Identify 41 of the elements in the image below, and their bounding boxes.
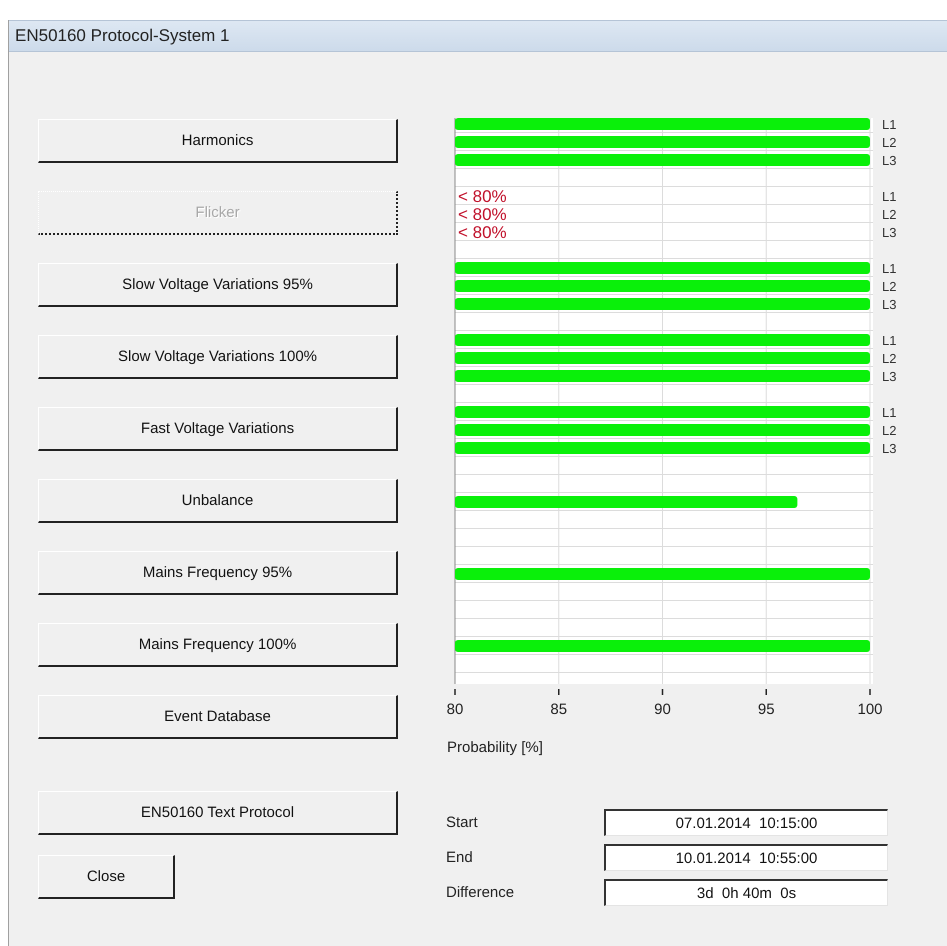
below-range-label: < 80%	[458, 223, 507, 242]
window-title: EN50160 Protocol-System 1	[15, 26, 230, 46]
phase-label: L1	[882, 333, 896, 348]
time-field: 07.01.2014 10:15:00	[604, 809, 888, 836]
time-label: End	[446, 849, 474, 866]
phase-label: L2	[882, 351, 896, 366]
report-button[interactable]: Mains Frequency 95%	[38, 551, 398, 595]
report-button[interactable]: Slow Voltage Variations 100%	[38, 335, 398, 379]
phase-label: L1	[882, 189, 896, 204]
phase-label: L3	[882, 225, 896, 240]
report-button[interactable]: Slow Voltage Variations 95%	[38, 263, 398, 307]
report-button[interactable]: Unbalance	[38, 479, 398, 523]
axis-tick-label: 80	[446, 701, 464, 718]
phase-label: L3	[882, 297, 896, 312]
time-field: 10.01.2014 10:55:00	[604, 844, 888, 871]
phase-label: L1	[882, 261, 896, 276]
axis-tick-label: 85	[550, 701, 568, 718]
report-button[interactable]: Fast Voltage Variations	[38, 407, 398, 451]
phase-label: L2	[882, 279, 896, 294]
axis-label: Probability [%]	[447, 739, 543, 756]
phase-label: L1	[882, 405, 896, 420]
report-button[interactable]: Mains Frequency 100%	[38, 623, 398, 667]
phase-label: L2	[882, 135, 896, 150]
below-range-label: < 80%	[458, 187, 507, 206]
axis-tick-label: 90	[654, 701, 671, 718]
axis-tick-label: 100	[857, 701, 883, 718]
time-field: 3d 0h 40m 0s	[604, 879, 888, 906]
phase-label: L1	[882, 117, 896, 132]
report-button[interactable]: Harmonics	[38, 119, 398, 163]
below-range-label: < 80%	[458, 205, 507, 224]
phase-label: L3	[882, 369, 896, 384]
phase-label: L2	[882, 207, 896, 222]
report-button[interactable]: Event Database	[38, 695, 398, 739]
axis-tick-label: 95	[758, 701, 775, 718]
time-label: Start	[446, 814, 479, 831]
phase-label: L2	[882, 423, 896, 438]
close-button[interactable]: Close	[38, 855, 175, 899]
time-label: Difference	[446, 884, 516, 901]
phase-label: L3	[882, 153, 896, 168]
phase-label: L3	[882, 441, 896, 456]
text-protocol-button[interactable]: EN50160 Text Protocol	[38, 791, 398, 835]
